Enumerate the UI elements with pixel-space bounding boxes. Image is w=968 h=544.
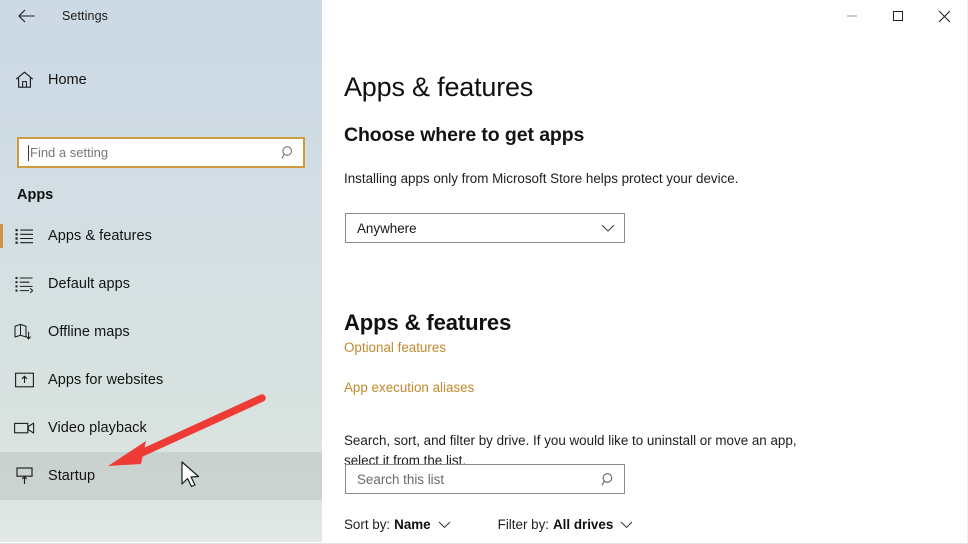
maximize-button[interactable] bbox=[875, 0, 921, 32]
installing-note: Installing apps only from Microsoft Stor… bbox=[344, 171, 739, 187]
chevron-down-icon bbox=[438, 521, 451, 529]
close-button[interactable] bbox=[921, 0, 967, 32]
sort-by-dropdown[interactable]: Sort by: Name bbox=[344, 517, 451, 532]
search-placeholder: Find a setting bbox=[30, 145, 109, 160]
sidebar: Home Find a setting Apps Apps & features… bbox=[0, 32, 322, 542]
search-input[interactable]: Find a setting bbox=[17, 137, 305, 168]
link-optional-features[interactable]: Optional features bbox=[344, 340, 446, 355]
sidebar-section-heading: Apps bbox=[17, 187, 54, 203]
sidebar-item-apps-for-websites[interactable]: Apps for websites bbox=[0, 356, 322, 404]
map-download-icon bbox=[0, 323, 48, 341]
sidebar-item-startup[interactable]: Startup bbox=[0, 452, 322, 500]
sidebar-item-label: Video playback bbox=[48, 420, 147, 436]
title-bar-left-region bbox=[0, 0, 322, 32]
sidebar-item-default-apps[interactable]: Default apps bbox=[0, 260, 322, 308]
back-arrow-icon bbox=[17, 9, 35, 23]
list-search-input[interactable]: Search this list bbox=[345, 464, 625, 494]
sort-by-value: Name bbox=[394, 517, 431, 532]
sidebar-item-label-home: Home bbox=[48, 72, 87, 88]
list-arrow-icon bbox=[0, 276, 48, 293]
main-content: Apps & features Choose where to get apps… bbox=[322, 32, 968, 542]
app-source-value: Anywhere bbox=[357, 220, 417, 236]
page-title: Apps & features bbox=[344, 72, 534, 103]
list-bullets-icon bbox=[0, 228, 48, 245]
monitor-up-icon bbox=[0, 467, 48, 485]
link-app-execution-aliases[interactable]: App execution aliases bbox=[344, 380, 474, 395]
sort-by-label: Sort by: bbox=[344, 517, 391, 532]
sidebar-item-video-playback[interactable]: Video playback bbox=[0, 404, 322, 452]
minimize-icon bbox=[846, 10, 858, 22]
minimize-button[interactable] bbox=[829, 0, 875, 32]
chevron-down-icon bbox=[592, 224, 624, 233]
back-button[interactable] bbox=[8, 2, 44, 30]
maximize-icon bbox=[892, 10, 904, 22]
filter-by-value: All drives bbox=[552, 517, 614, 532]
apps-features-heading: Apps & features bbox=[344, 310, 512, 336]
sidebar-item-label: Offline maps bbox=[48, 324, 130, 340]
sidebar-item-apps-features[interactable]: Apps & features bbox=[0, 212, 322, 260]
sidebar-item-home[interactable]: Home bbox=[0, 60, 310, 100]
list-search-placeholder: Search this list bbox=[357, 471, 445, 487]
sidebar-item-label: Default apps bbox=[48, 276, 131, 292]
window-title: Settings bbox=[62, 9, 108, 23]
sidebar-nav-list: Apps & features Default apps Offline map… bbox=[0, 212, 322, 500]
sidebar-item-label: Apps for websites bbox=[48, 372, 164, 388]
choose-where-heading: Choose where to get apps bbox=[344, 124, 585, 147]
settings-window: Settings Home Find a setting Apps Apps &… bbox=[0, 0, 968, 544]
filters-row: Sort by: Name Filter by: All drives bbox=[344, 517, 633, 532]
close-icon bbox=[938, 10, 951, 23]
app-source-dropdown[interactable]: Anywhere bbox=[345, 213, 625, 243]
filter-by-dropdown[interactable]: Filter by: All drives bbox=[498, 517, 634, 532]
filter-by-label: Filter by: bbox=[497, 517, 549, 532]
sidebar-item-label: Startup bbox=[48, 468, 96, 484]
sidebar-item-offline-maps[interactable]: Offline maps bbox=[0, 308, 322, 356]
title-bar: Settings bbox=[0, 0, 968, 32]
search-icon[interactable] bbox=[592, 472, 624, 487]
chevron-down-icon bbox=[620, 521, 633, 529]
home-icon bbox=[0, 71, 48, 89]
window-share-icon bbox=[0, 372, 48, 388]
search-icon[interactable] bbox=[273, 145, 303, 160]
sidebar-item-label: Apps & features bbox=[48, 228, 152, 244]
video-camera-icon bbox=[0, 421, 48, 435]
